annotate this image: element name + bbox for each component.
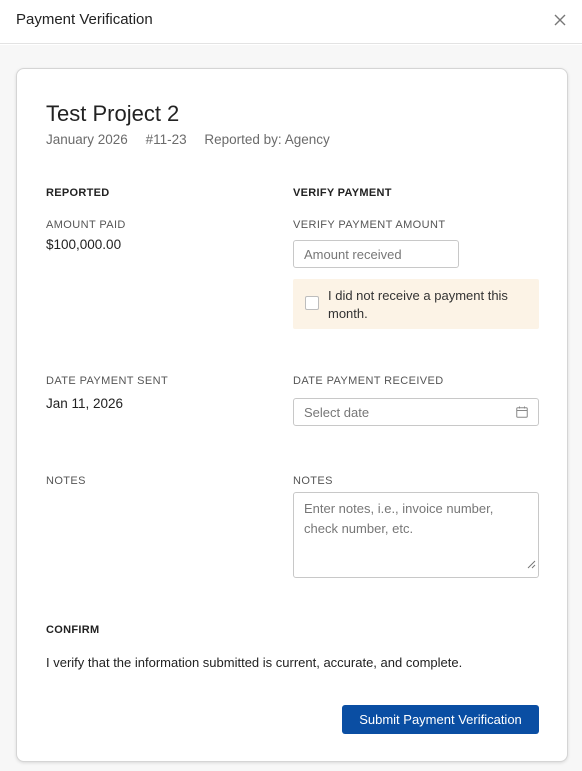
verify-amount-label: VERIFY PAYMENT AMOUNT xyxy=(293,219,446,231)
close-icon[interactable] xyxy=(550,10,570,30)
date-sent-label: DATE PAYMENT SENT xyxy=(46,375,169,387)
project-period: January 2026 xyxy=(46,132,128,147)
project-title: Test Project 2 xyxy=(46,101,180,126)
reported-heading: REPORTED xyxy=(46,187,110,199)
no-payment-checkbox[interactable] xyxy=(305,296,319,310)
project-id: #11-23 xyxy=(145,132,187,147)
amount-paid-value: $100,000.00 xyxy=(46,237,122,252)
amount-paid-label: AMOUNT PAID xyxy=(46,219,126,231)
confirm-heading: CONFIRM xyxy=(46,624,100,636)
resize-grip-icon[interactable] xyxy=(527,555,536,575)
date-received-label: DATE PAYMENT RECEIVED xyxy=(293,375,444,387)
submit-verification-button[interactable]: Submit Payment Verification xyxy=(342,705,539,734)
project-reported-by: Reported by: Agency xyxy=(204,132,330,147)
project-meta: January 2026 #11-23 Reported by: Agency xyxy=(46,132,344,147)
date-received-picker[interactable]: Select date xyxy=(293,398,539,426)
verify-heading: VERIFY PAYMENT xyxy=(293,187,392,199)
no-payment-notice: I did not receive a payment this month. xyxy=(293,279,539,329)
notes-textarea[interactable]: Enter notes, i.e., invoice number, check… xyxy=(293,492,539,578)
calendar-icon[interactable] xyxy=(516,406,528,421)
dialog-header: Payment Verification xyxy=(0,0,582,44)
date-sent-value: Jan 11, 2026 xyxy=(46,396,124,411)
date-received-placeholder: Select date xyxy=(304,404,370,420)
amount-received-input[interactable]: Amount received xyxy=(293,240,459,268)
verify-notes-label: NOTES xyxy=(293,475,333,487)
no-payment-label[interactable]: I did not receive a payment this month. xyxy=(328,287,528,323)
verification-card: Test Project 2 January 2026 #11-23 Repor… xyxy=(16,68,568,762)
reported-notes-label: NOTES xyxy=(46,475,86,487)
confirm-statement: I verify that the information submitted … xyxy=(46,655,463,670)
notes-placeholder: Enter notes, i.e., invoice number, check… xyxy=(304,501,494,536)
dialog-title: Payment Verification xyxy=(16,11,153,28)
